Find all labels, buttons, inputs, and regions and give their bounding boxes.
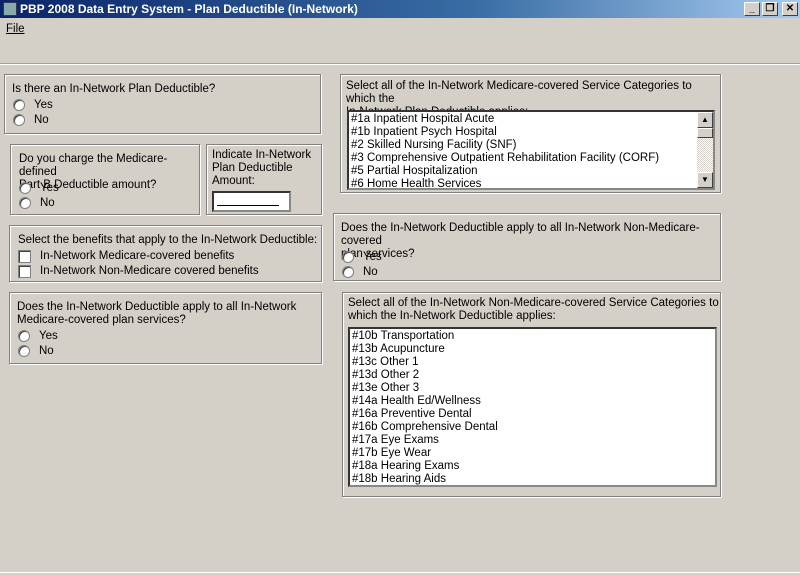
list-item[interactable]: #6 Home Health Services: [351, 178, 711, 188]
scroll-up-button[interactable]: ▲: [697, 112, 713, 128]
minimize-button[interactable]: _: [744, 2, 760, 16]
q-line: Plan Deductible: [212, 162, 293, 174]
benefits-question: Select the benefits that apply to the In…: [18, 234, 318, 246]
window-title: PBP 2008 Data Entry System - Plan Deduct…: [20, 2, 358, 16]
q-line: Do you charge the Medicare-defined: [19, 153, 168, 178]
radio-icon: [342, 266, 354, 278]
close-button[interactable]: ✕: [782, 2, 798, 16]
restore-button[interactable]: ❐: [762, 2, 778, 16]
radio-icon: [18, 330, 30, 342]
all-non-medicare-question: Does the In-Network Deductible apply to …: [341, 222, 720, 261]
yes-label: Yes: [363, 251, 382, 263]
scroll-down-button[interactable]: ▼: [697, 172, 713, 188]
non-medicare-categories-list[interactable]: #10b Transportation #13b Acupuncture #13…: [348, 327, 717, 487]
all-medicare-group: Does the In-Network Deductible apply to …: [9, 292, 322, 364]
menu-bar: File: [0, 20, 25, 38]
checkbox-icon: [18, 249, 31, 263]
q-line: Does the In-Network Deductible apply to …: [17, 301, 297, 313]
app-icon: [3, 2, 17, 16]
plan-deductible-yes[interactable]: Yes: [13, 98, 53, 112]
title-bar: PBP 2008 Data Entry System - Plan Deduct…: [0, 0, 800, 18]
deductible-amount-input[interactable]: [212, 191, 291, 212]
list-item[interactable]: #18b Hearing Aids: [352, 473, 713, 485]
status-divider: [0, 572, 800, 573]
list-item[interactable]: #1b Inpatient Psych Hospital: [351, 126, 711, 139]
non-medicare-categories-group: Select all of the In-Network Non-Medicar…: [342, 292, 721, 497]
all-medicare-question: Does the In-Network Deductible apply to …: [17, 301, 296, 327]
all-non-medicare-group: Does the In-Network Deductible apply to …: [333, 213, 721, 281]
list-item[interactable]: #1a Inpatient Hospital Acute: [351, 113, 711, 126]
non-medicare-categories-question: Select all of the In-Network Non-Medicar…: [348, 297, 719, 323]
non-medicare-benefits-checkbox[interactable]: In-Network Non-Medicare covered benefits: [18, 264, 259, 278]
amount-group: Indicate In-Network Plan Deductible Amount…: [206, 144, 322, 215]
list-item[interactable]: #14a Health Ed/Wellness: [352, 395, 713, 408]
medicare-categories-list[interactable]: #1a Inpatient Hospital Acute #1b Inpatie…: [347, 110, 715, 190]
radio-icon: [19, 197, 31, 209]
list-item[interactable]: #13b Acupuncture: [352, 343, 713, 356]
yes-label: Yes: [39, 330, 58, 342]
scroll-thumb[interactable]: [697, 128, 713, 138]
list-item[interactable]: #2 Skilled Nursing Facility (SNF): [351, 139, 711, 152]
scrollbar[interactable]: ▲ ▼: [697, 112, 713, 188]
medicare-categories-group: Select all of the In-Network Medicare-co…: [340, 74, 721, 193]
list-item[interactable]: #5 Partial Hospitalization: [351, 165, 711, 178]
no-label: No: [363, 266, 378, 278]
radio-icon: [13, 99, 25, 111]
q-line: Does the In-Network Deductible apply to …: [341, 222, 700, 247]
q-line: Select all of the In-Network Non-Medicar…: [348, 297, 719, 309]
list-item[interactable]: #13c Other 1: [352, 356, 713, 369]
plan-deductible-group: Is there an In-Network Plan Deductible? …: [4, 74, 321, 134]
all-non-medicare-yes[interactable]: Yes: [342, 250, 382, 264]
yes-label: Yes: [34, 99, 53, 111]
checkbox-label: In-Network Medicare-covered benefits: [40, 250, 235, 262]
checkbox-icon: [18, 264, 31, 278]
amount-value: [217, 205, 279, 206]
part-b-no[interactable]: No: [19, 196, 55, 210]
no-label: No: [34, 114, 49, 126]
q-line: Select all of the In-Network Medicare-co…: [346, 80, 692, 105]
medicare-benefits-checkbox[interactable]: In-Network Medicare-covered benefits: [18, 249, 234, 263]
radio-icon: [19, 182, 31, 194]
no-label: No: [39, 345, 54, 357]
radio-icon: [342, 251, 354, 263]
q-line: Amount:: [212, 175, 255, 187]
q-line: which the In-Network Deductible applies:: [348, 310, 556, 322]
list-item[interactable]: #13e Other 3: [352, 382, 713, 395]
divider: [0, 63, 800, 65]
list-item[interactable]: #13d Other 2: [352, 369, 713, 382]
yes-label: Yes: [40, 182, 59, 194]
list-item[interactable]: #10b Transportation: [352, 330, 713, 343]
amount-label: Indicate In-Network Plan Deductible Amount…: [212, 149, 311, 188]
menu-file[interactable]: File: [6, 23, 25, 35]
benefits-group: Select the benefits that apply to the In…: [9, 225, 322, 282]
q-line: Medicare-covered plan services?: [17, 314, 186, 326]
all-medicare-no[interactable]: No: [18, 344, 54, 358]
radio-icon: [13, 114, 25, 126]
list-item[interactable]: #17a Eye Exams: [352, 434, 713, 447]
part-b-yes[interactable]: Yes: [19, 181, 59, 195]
radio-icon: [18, 345, 30, 357]
list-item[interactable]: #18a Hearing Exams: [352, 460, 713, 473]
list-item[interactable]: #17b Eye Wear: [352, 447, 713, 460]
checkbox-label: In-Network Non-Medicare covered benefits: [40, 265, 259, 277]
no-label: No: [40, 197, 55, 209]
part-b-group: Do you charge the Medicare-defined Part B…: [10, 144, 200, 215]
q-line: Indicate In-Network: [212, 149, 312, 161]
all-medicare-yes[interactable]: Yes: [18, 329, 58, 343]
q-line: plan services?: [341, 248, 415, 260]
all-non-medicare-no[interactable]: No: [342, 265, 378, 279]
list-item[interactable]: #3 Comprehensive Outpatient Rehabilitati…: [351, 152, 711, 165]
plan-deductible-question: Is there an In-Network Plan Deductible?: [12, 83, 216, 95]
list-item[interactable]: #16b Comprehensive Dental: [352, 421, 713, 434]
plan-deductible-no[interactable]: No: [13, 113, 49, 127]
list-item[interactable]: #16a Preventive Dental: [352, 408, 713, 421]
